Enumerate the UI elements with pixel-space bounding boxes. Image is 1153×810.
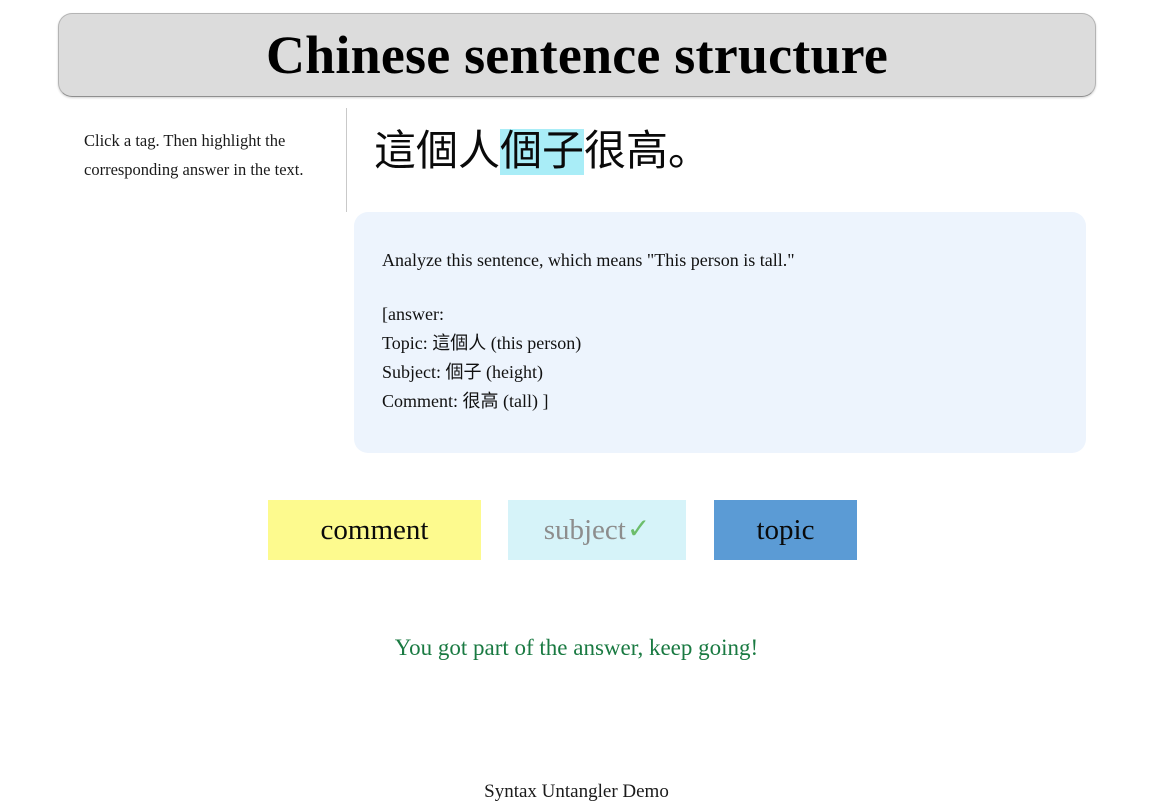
tag-label-subject: subject [543, 513, 626, 546]
instructions-text: Click a tag. Then highlight the correspo… [84, 131, 304, 179]
answer-line-open: [answer: [382, 304, 444, 324]
prompt-panel: Analyze this sentence, which means "This… [354, 212, 1086, 453]
content-divider [346, 108, 347, 212]
answer-line-topic: Topic: 這個人 (this person) [382, 333, 582, 353]
status-message: You got part of the answer, keep going! [394, 635, 759, 660]
app-footer: Syntax Untangler Demo [484, 781, 669, 802]
answer-line-comment: Comment: 很高 (tall) ] [382, 391, 549, 411]
sentence-segment-topic[interactable]: 這個人 [374, 129, 500, 175]
tag-row: comment subject ✓ topic [268, 500, 857, 560]
app-header: Chinese sentence structure [58, 13, 1096, 97]
page-title: Chinese sentence structure [265, 25, 889, 85]
sidebar: Click a tag. Then highlight the correspo… [84, 126, 312, 184]
tag-label-topic: topic [756, 513, 815, 546]
tag-button-subject[interactable]: subject ✓ [508, 500, 686, 560]
sentence-area: 這個人個子很高。 [374, 124, 1074, 180]
target-sentence[interactable]: 這個人個子很高。 [374, 124, 1074, 180]
tag-button-topic[interactable]: topic [714, 500, 857, 560]
sentence-segment-highlighted[interactable]: 個子 [500, 129, 585, 175]
prompt-question: Analyze this sentence, which means "This… [382, 250, 795, 270]
sentence-segment-comment[interactable]: 很高。 [584, 129, 710, 175]
tag-button-comment[interactable]: comment [268, 500, 481, 560]
answer-line-subject: Subject: 個子 (height) [382, 362, 543, 382]
check-icon: ✓ [626, 514, 651, 545]
tag-label-comment: comment [320, 513, 429, 546]
answer-block: [answer: Topic: 這個人 (this person) Subjec… [382, 300, 1058, 416]
